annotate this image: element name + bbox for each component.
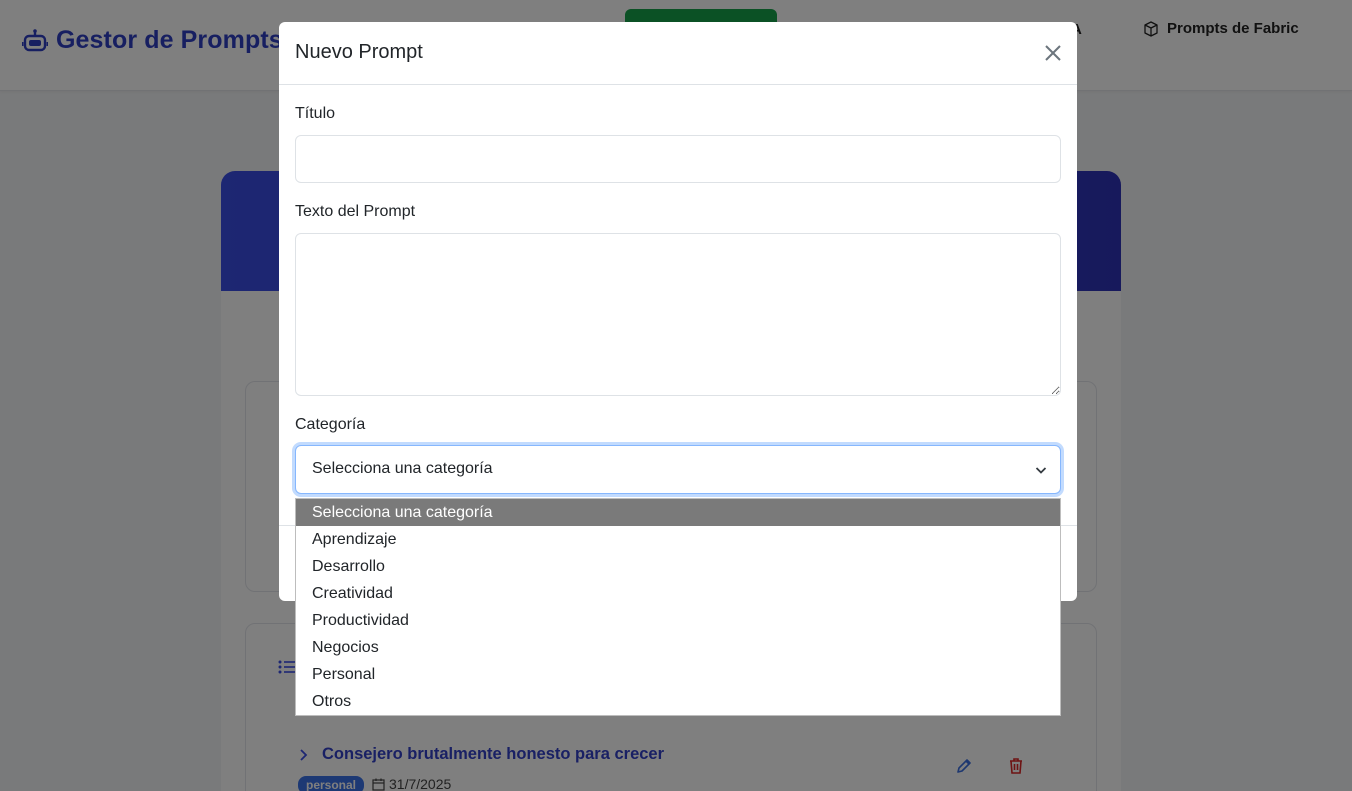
category-option[interactable]: Desarrollo bbox=[296, 553, 1060, 580]
category-option[interactable]: Negocios bbox=[296, 634, 1060, 661]
prompt-text-input[interactable] bbox=[295, 233, 1061, 396]
category-option[interactable]: Aprendizaje bbox=[296, 526, 1060, 553]
title-label: Título bbox=[295, 105, 336, 122]
chevron-down-icon bbox=[1035, 467, 1047, 474]
category-option[interactable]: Otros bbox=[296, 688, 1060, 715]
title-input[interactable] bbox=[295, 135, 1061, 183]
category-option[interactable]: Productividad bbox=[296, 607, 1060, 634]
category-option[interactable]: Creatividad bbox=[296, 580, 1060, 607]
modal-header: Nuevo Prompt bbox=[279, 22, 1077, 85]
category-label: Categoría bbox=[295, 416, 366, 433]
category-dropdown-list: Selecciona una categoría Aprendizaje Des… bbox=[295, 498, 1061, 716]
close-icon[interactable] bbox=[1043, 43, 1063, 63]
prompt-text-label: Texto del Prompt bbox=[295, 203, 416, 220]
category-option[interactable]: Personal bbox=[296, 661, 1060, 688]
modal-title: Nuevo Prompt bbox=[295, 41, 423, 63]
category-select-value: Selecciona una categoría bbox=[312, 460, 493, 477]
category-option[interactable]: Selecciona una categoría bbox=[296, 499, 1060, 526]
category-select[interactable]: Selecciona una categoría bbox=[295, 445, 1061, 494]
